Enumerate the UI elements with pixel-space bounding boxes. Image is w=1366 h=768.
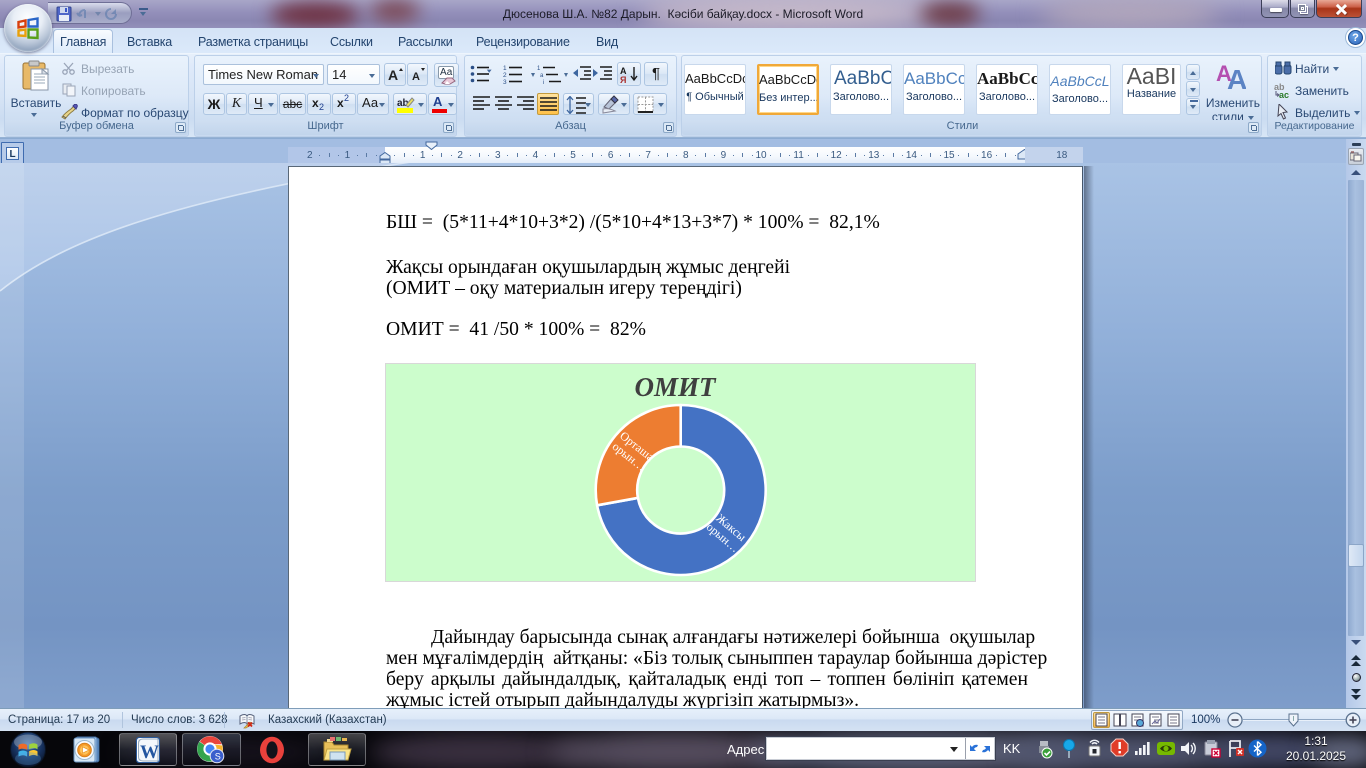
- svg-text:1: 1: [537, 66, 541, 72]
- svg-text:Я: Я: [620, 75, 626, 84]
- svg-text:a: a: [540, 73, 544, 79]
- svg-text:1: 1: [503, 65, 507, 72]
- svg-text:ОМИТ: ОМИТ: [635, 372, 718, 402]
- svg-text:S: S: [215, 751, 221, 761]
- svg-text:2: 2: [503, 72, 507, 79]
- svg-text:3: 3: [503, 79, 507, 84]
- svg-text:A: A: [1227, 64, 1246, 91]
- svg-text:i: i: [543, 80, 544, 84]
- svg-text:ac: ac: [1279, 90, 1289, 99]
- svg-text:W: W: [140, 742, 159, 763]
